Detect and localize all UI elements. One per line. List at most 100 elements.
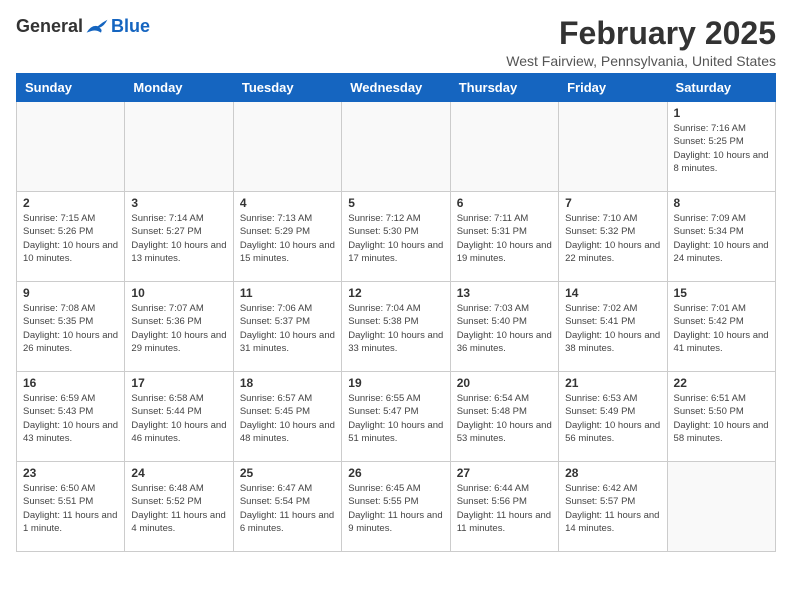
calendar-cell <box>233 102 341 192</box>
day-detail: Sunrise: 7:03 AM Sunset: 5:40 PM Dayligh… <box>457 302 552 355</box>
calendar-cell: 3 Sunrise: 7:14 AM Sunset: 5:27 PM Daylig… <box>125 192 233 282</box>
calendar-cell <box>125 102 233 192</box>
calendar-cell: 16 Sunrise: 6:59 AM Sunset: 5:43 PM Dayli… <box>17 372 125 462</box>
day-detail: Sunrise: 7:01 AM Sunset: 5:42 PM Dayligh… <box>674 302 769 355</box>
calendar-cell: 26 Sunrise: 6:45 AM Sunset: 5:55 PM Dayli… <box>342 462 450 552</box>
day-number: 3 <box>131 196 226 210</box>
calendar-cell <box>342 102 450 192</box>
calendar-cell: 10 Sunrise: 7:07 AM Sunset: 5:36 PM Dayli… <box>125 282 233 372</box>
calendar-cell: 20Sunrise: 6:54 AM Sunset: 5:48 PM Dayli… <box>450 372 558 462</box>
location-subtitle: West Fairview, Pennsylvania, United Stat… <box>506 53 776 69</box>
calendar-cell <box>17 102 125 192</box>
day-number: 15 <box>674 286 769 300</box>
calendar-cell: 1 Sunrise: 7:16 AM Sunset: 5:25 PM Daylig… <box>667 102 775 192</box>
calendar-cell: 14 Sunrise: 7:02 AM Sunset: 5:41 PM Dayli… <box>559 282 667 372</box>
day-detail: Sunrise: 6:53 AM Sunset: 5:49 PM Dayligh… <box>565 392 660 445</box>
calendar-week-row-5: 23 Sunrise: 6:50 AM Sunset: 5:51 PM Dayli… <box>17 462 776 552</box>
day-detail: Sunrise: 7:12 AM Sunset: 5:30 PM Dayligh… <box>348 212 443 265</box>
day-number: 2 <box>23 196 118 210</box>
day-detail: Sunrise: 7:06 AM Sunset: 5:37 PM Dayligh… <box>240 302 335 355</box>
calendar-cell: 25 Sunrise: 6:47 AM Sunset: 5:54 PM Dayli… <box>233 462 341 552</box>
day-detail: Sunrise: 7:13 AM Sunset: 5:29 PM Dayligh… <box>240 212 335 265</box>
weekday-header-friday: Friday <box>559 74 667 102</box>
calendar-cell: 5 Sunrise: 7:12 AM Sunset: 5:30 PM Daylig… <box>342 192 450 282</box>
weekday-header-sunday: Sunday <box>17 74 125 102</box>
day-detail: Sunrise: 6:42 AM Sunset: 5:57 PM Dayligh… <box>565 482 660 535</box>
day-number: 21 <box>565 376 660 390</box>
weekday-header-thursday: Thursday <box>450 74 558 102</box>
day-number: 1 <box>674 106 769 120</box>
day-number: 25 <box>240 466 335 480</box>
calendar-cell: 13Sunrise: 7:03 AM Sunset: 5:40 PM Dayli… <box>450 282 558 372</box>
day-detail: Sunrise: 7:08 AM Sunset: 5:35 PM Dayligh… <box>23 302 118 355</box>
calendar-cell: 7 Sunrise: 7:10 AM Sunset: 5:32 PM Daylig… <box>559 192 667 282</box>
day-number: 6 <box>457 196 552 210</box>
day-number: 24 <box>131 466 226 480</box>
day-number: 20 <box>457 376 552 390</box>
day-number: 12 <box>348 286 443 300</box>
day-detail: Sunrise: 6:50 AM Sunset: 5:51 PM Dayligh… <box>23 482 118 535</box>
day-detail: Sunrise: 7:02 AM Sunset: 5:41 PM Dayligh… <box>565 302 660 355</box>
calendar-cell: 23 Sunrise: 6:50 AM Sunset: 5:51 PM Dayli… <box>17 462 125 552</box>
calendar-table: SundayMondayTuesdayWednesdayThursdayFrid… <box>16 73 776 552</box>
day-number: 10 <box>131 286 226 300</box>
calendar-cell <box>559 102 667 192</box>
month-year-title: February 2025 <box>506 16 776 51</box>
day-detail: Sunrise: 7:16 AM Sunset: 5:25 PM Dayligh… <box>674 122 769 175</box>
day-detail: Sunrise: 6:59 AM Sunset: 5:43 PM Dayligh… <box>23 392 118 445</box>
logo-general-text: General <box>16 16 83 37</box>
day-number: 23 <box>23 466 118 480</box>
calendar-cell: 21 Sunrise: 6:53 AM Sunset: 5:49 PM Dayli… <box>559 372 667 462</box>
day-detail: Sunrise: 7:14 AM Sunset: 5:27 PM Dayligh… <box>131 212 226 265</box>
day-detail: Sunrise: 6:45 AM Sunset: 5:55 PM Dayligh… <box>348 482 443 535</box>
day-detail: Sunrise: 7:04 AM Sunset: 5:38 PM Dayligh… <box>348 302 443 355</box>
day-number: 7 <box>565 196 660 210</box>
calendar-cell: 9 Sunrise: 7:08 AM Sunset: 5:35 PM Daylig… <box>17 282 125 372</box>
calendar-week-row-1: 1 Sunrise: 7:16 AM Sunset: 5:25 PM Daylig… <box>17 102 776 192</box>
weekday-header-monday: Monday <box>125 74 233 102</box>
day-detail: Sunrise: 7:11 AM Sunset: 5:31 PM Dayligh… <box>457 212 552 265</box>
calendar-cell <box>667 462 775 552</box>
day-number: 22 <box>674 376 769 390</box>
day-number: 11 <box>240 286 335 300</box>
day-detail: Sunrise: 7:10 AM Sunset: 5:32 PM Dayligh… <box>565 212 660 265</box>
day-number: 16 <box>23 376 118 390</box>
calendar-cell: 22 Sunrise: 6:51 AM Sunset: 5:50 PM Dayli… <box>667 372 775 462</box>
calendar-cell: 6 Sunrise: 7:11 AM Sunset: 5:31 PM Daylig… <box>450 192 558 282</box>
day-detail: Sunrise: 7:15 AM Sunset: 5:26 PM Dayligh… <box>23 212 118 265</box>
day-number: 4 <box>240 196 335 210</box>
day-detail: Sunrise: 7:07 AM Sunset: 5:36 PM Dayligh… <box>131 302 226 355</box>
day-detail: Sunrise: 7:09 AM Sunset: 5:34 PM Dayligh… <box>674 212 769 265</box>
calendar-week-row-2: 2 Sunrise: 7:15 AM Sunset: 5:26 PM Daylig… <box>17 192 776 282</box>
calendar-week-row-3: 9 Sunrise: 7:08 AM Sunset: 5:35 PM Daylig… <box>17 282 776 372</box>
day-number: 19 <box>348 376 443 390</box>
day-detail: Sunrise: 6:44 AM Sunset: 5:56 PM Dayligh… <box>457 482 552 535</box>
calendar-cell: 15 Sunrise: 7:01 AM Sunset: 5:42 PM Dayli… <box>667 282 775 372</box>
calendar-week-row-4: 16 Sunrise: 6:59 AM Sunset: 5:43 PM Dayli… <box>17 372 776 462</box>
calendar-cell: 28 Sunrise: 6:42 AM Sunset: 5:57 PM Dayli… <box>559 462 667 552</box>
day-detail: Sunrise: 6:48 AM Sunset: 5:52 PM Dayligh… <box>131 482 226 535</box>
weekday-header-saturday: Saturday <box>667 74 775 102</box>
calendar-cell: 12 Sunrise: 7:04 AM Sunset: 5:38 PM Dayli… <box>342 282 450 372</box>
page-header: General Blue February 2025 West Fairview… <box>16 16 776 69</box>
calendar-cell: 8 Sunrise: 7:09 AM Sunset: 5:34 PM Daylig… <box>667 192 775 282</box>
day-detail: Sunrise: 6:57 AM Sunset: 5:45 PM Dayligh… <box>240 392 335 445</box>
day-number: 14 <box>565 286 660 300</box>
calendar-cell: 2 Sunrise: 7:15 AM Sunset: 5:26 PM Daylig… <box>17 192 125 282</box>
day-number: 18 <box>240 376 335 390</box>
calendar-cell: 11 Sunrise: 7:06 AM Sunset: 5:37 PM Dayli… <box>233 282 341 372</box>
day-detail: Sunrise: 6:55 AM Sunset: 5:47 PM Dayligh… <box>348 392 443 445</box>
day-number: 5 <box>348 196 443 210</box>
day-number: 28 <box>565 466 660 480</box>
calendar-cell: 17Sunrise: 6:58 AM Sunset: 5:44 PM Dayli… <box>125 372 233 462</box>
day-number: 26 <box>348 466 443 480</box>
day-detail: Sunrise: 6:47 AM Sunset: 5:54 PM Dayligh… <box>240 482 335 535</box>
weekday-header-wednesday: Wednesday <box>342 74 450 102</box>
day-detail: Sunrise: 6:51 AM Sunset: 5:50 PM Dayligh… <box>674 392 769 445</box>
day-number: 27 <box>457 466 552 480</box>
calendar-cell: 18 Sunrise: 6:57 AM Sunset: 5:45 PM Dayli… <box>233 372 341 462</box>
calendar-cell: 24 Sunrise: 6:48 AM Sunset: 5:52 PM Dayli… <box>125 462 233 552</box>
logo-bird-icon <box>85 18 109 36</box>
day-number: 9 <box>23 286 118 300</box>
day-number: 8 <box>674 196 769 210</box>
